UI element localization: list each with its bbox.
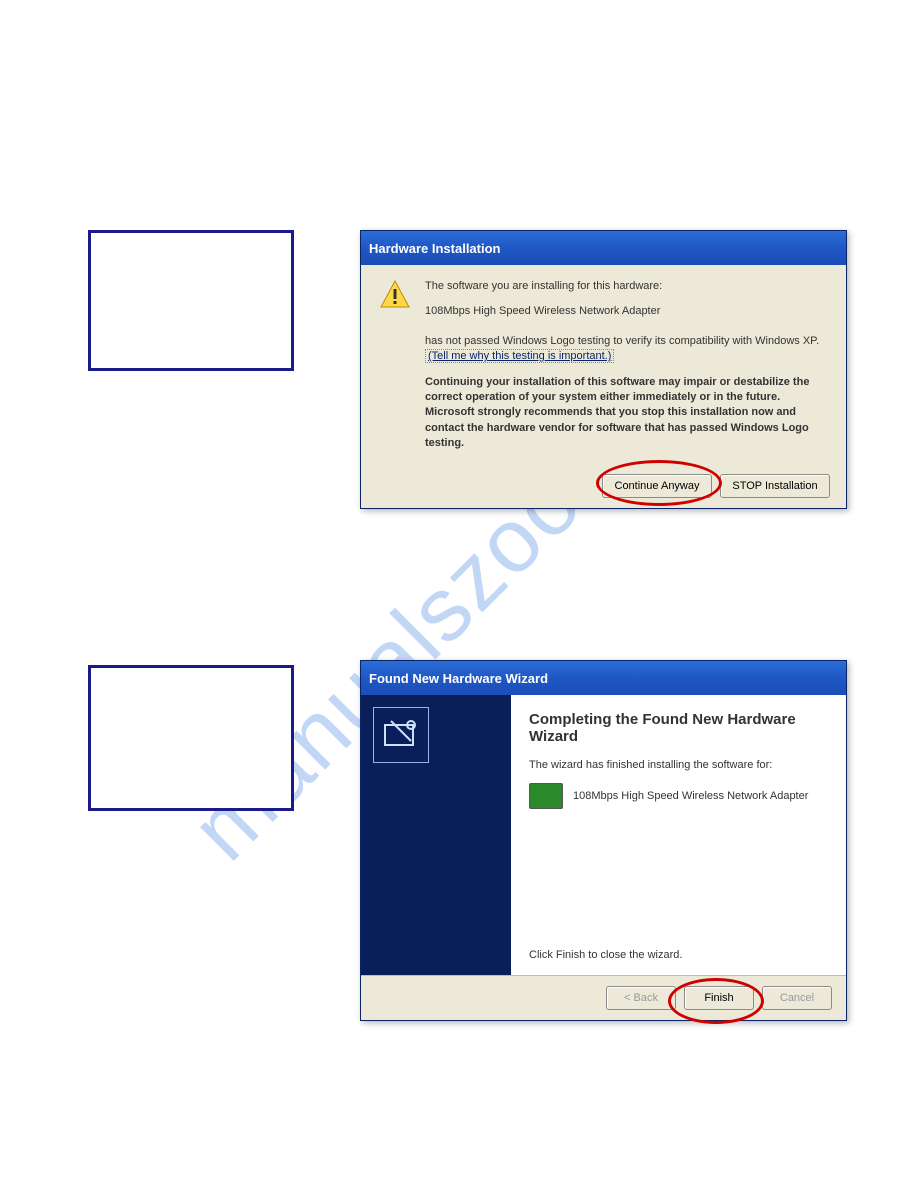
wizard-sidebar xyxy=(361,695,511,975)
hardware-installation-dialog: Hardware Installation The software you a… xyxy=(360,230,847,509)
not-passed-text: has not passed Windows Logo testing to v… xyxy=(425,334,828,365)
callout-box-2 xyxy=(88,665,294,811)
wizard-subtitle: The wizard has finished installing the s… xyxy=(529,759,828,771)
stop-installation-button[interactable]: STOP Installation xyxy=(720,474,830,498)
wizard-device-name: 108Mbps High Speed Wireless Network Adap… xyxy=(573,790,808,802)
install-line1: The software you are installing for this… xyxy=(425,279,828,294)
found-new-hardware-dialog: Found New Hardware Wizard Completing the… xyxy=(360,660,847,1021)
dialog-title: Hardware Installation xyxy=(369,241,500,256)
device-name: 108Mbps High Speed Wireless Network Adap… xyxy=(425,304,828,319)
callout-box-1 xyxy=(88,230,294,371)
warning-paragraph: Continuing your installation of this sof… xyxy=(425,375,828,452)
network-adapter-icon xyxy=(529,783,563,809)
back-button: < Back xyxy=(606,986,676,1010)
continue-anyway-button[interactable]: Continue Anyway xyxy=(602,474,712,498)
why-testing-link[interactable]: (Tell me why this testing is important.) xyxy=(425,349,614,363)
wizard-close-hint: Click Finish to close the wizard. xyxy=(529,949,828,961)
wizard-graphic-icon xyxy=(373,707,429,763)
dialog2-title: Found New Hardware Wizard xyxy=(369,671,548,686)
not-passed-prefix: has not passed Windows Logo testing to v… xyxy=(425,335,819,347)
finish-button[interactable]: Finish xyxy=(684,986,754,1010)
dialog-titlebar: Hardware Installation xyxy=(361,231,846,265)
dialog2-titlebar: Found New Hardware Wizard xyxy=(361,661,846,695)
cancel-button: Cancel xyxy=(762,986,832,1010)
warning-icon xyxy=(379,279,411,311)
wizard-heading: Completing the Found New Hardware Wizard xyxy=(529,711,828,745)
